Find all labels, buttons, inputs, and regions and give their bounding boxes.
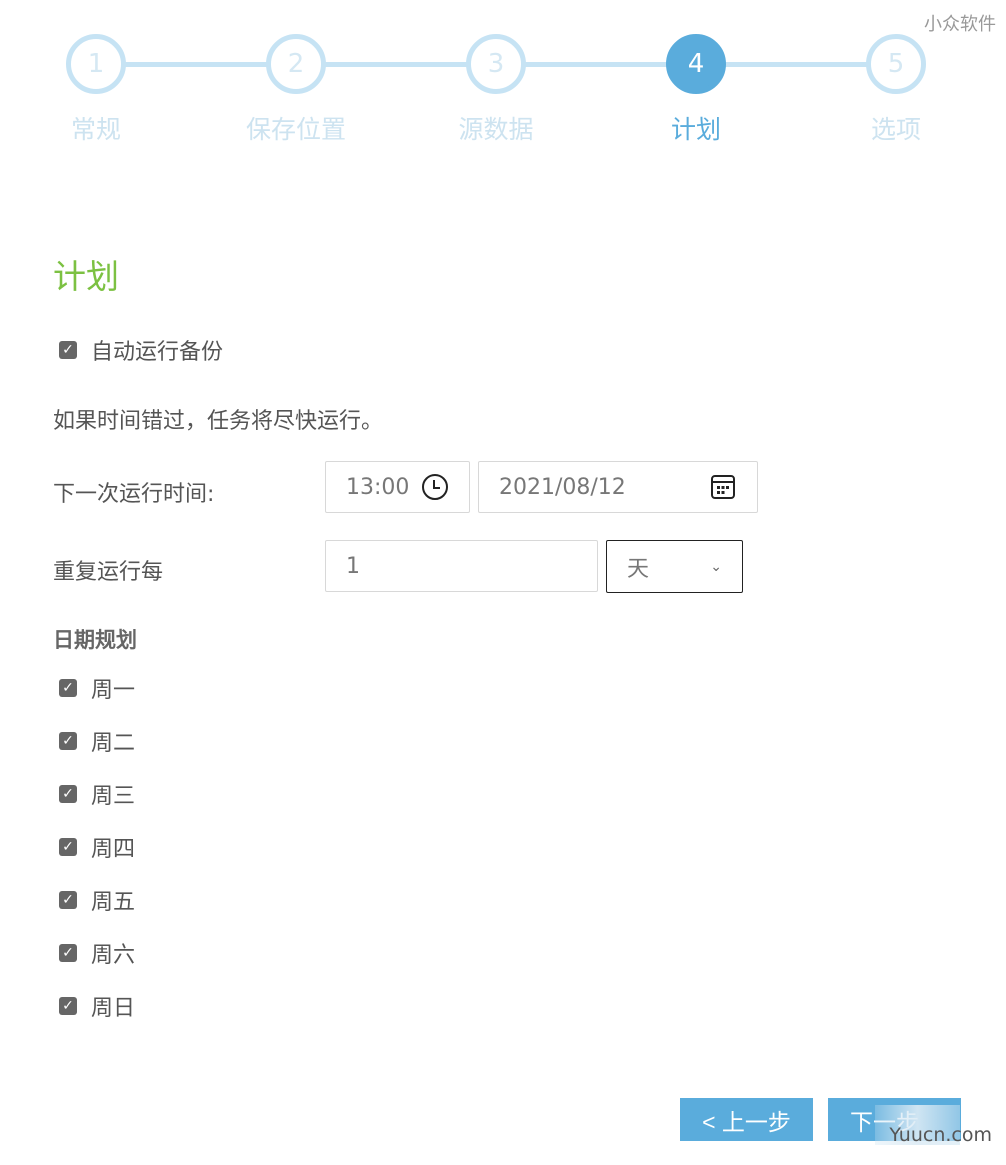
checkbox-checked-icon: ✓ bbox=[59, 341, 77, 359]
checkbox-checked-icon: ✓ bbox=[59, 997, 77, 1015]
repeat-value: 1 bbox=[346, 553, 360, 579]
step-5[interactable]: 5 选项 bbox=[796, 34, 996, 146]
checkbox-checked-icon: ✓ bbox=[59, 785, 77, 803]
day-checkbox[interactable]: ✓ 周四 bbox=[59, 831, 135, 863]
clock-icon[interactable] bbox=[421, 473, 449, 501]
step-number: 5 bbox=[866, 34, 926, 94]
step-label: 常规 bbox=[70, 115, 121, 144]
day-checkbox[interactable]: ✓ 周六 bbox=[59, 937, 135, 969]
day-checkbox[interactable]: ✓ 周一 bbox=[59, 672, 135, 704]
checkbox-label: 周日 bbox=[91, 996, 136, 1021]
day-checkbox[interactable]: ✓ 周二 bbox=[59, 725, 135, 757]
repeat-label: 重复运行每 bbox=[53, 560, 164, 585]
step-label: 源数据 bbox=[458, 115, 534, 144]
step-4[interactable]: 4 计划 bbox=[596, 34, 796, 146]
step-number: 2 bbox=[266, 34, 326, 94]
day-checkbox[interactable]: ✓ 周五 bbox=[59, 884, 135, 916]
checkbox-checked-icon: ✓ bbox=[59, 838, 77, 856]
step-number: 3 bbox=[466, 34, 526, 94]
time-value: 13:00 bbox=[346, 474, 410, 500]
checkbox-label: 周三 bbox=[91, 784, 136, 809]
step-number: 4 bbox=[666, 34, 726, 94]
step-label: 保存位置 bbox=[245, 115, 346, 144]
calendar-icon[interactable] bbox=[709, 473, 737, 501]
checkbox-checked-icon: ✓ bbox=[59, 944, 77, 962]
step-label: 选项 bbox=[870, 115, 921, 144]
missed-time-note: 如果时间错过，任务将尽快运行。 bbox=[53, 409, 384, 434]
repeat-interval-input[interactable]: 1 bbox=[325, 540, 598, 592]
repeat-unit-select[interactable]: 天 ⌄ bbox=[606, 540, 743, 593]
checkbox-checked-icon: ✓ bbox=[59, 732, 77, 750]
watermark: Yuucn.com bbox=[889, 1124, 992, 1146]
day-checkbox[interactable]: ✓ 周三 bbox=[59, 778, 135, 810]
auto-run-checkbox[interactable]: ✓ 自动运行备份 bbox=[59, 334, 223, 366]
checkbox-label: 周六 bbox=[91, 943, 136, 968]
step-1[interactable]: 1 常规 bbox=[0, 34, 196, 146]
date-input[interactable]: 2021/08/12 bbox=[478, 461, 758, 513]
schedule-heading: 日期规划 bbox=[53, 628, 137, 652]
checkbox-checked-icon: ✓ bbox=[59, 891, 77, 909]
wizard-stepper: 1 常规 2 保存位置 3 源数据 4 计划 5 选项 bbox=[0, 34, 1006, 154]
watermark: 小众软件 bbox=[924, 14, 996, 35]
checkbox-label: 自动运行备份 bbox=[91, 340, 224, 365]
prev-button[interactable]: < 上一步 bbox=[680, 1098, 813, 1141]
chevron-down-icon: ⌄ bbox=[710, 558, 722, 575]
checkbox-label: 周一 bbox=[91, 678, 136, 703]
time-input[interactable]: 13:00 bbox=[325, 461, 470, 513]
page-title: 计划 bbox=[53, 257, 119, 296]
checkbox-label: 周二 bbox=[91, 731, 136, 756]
date-value: 2021/08/12 bbox=[499, 474, 626, 500]
day-checkbox[interactable]: ✓ 周日 bbox=[59, 990, 135, 1022]
checkbox-checked-icon: ✓ bbox=[59, 679, 77, 697]
repeat-unit-value: 天 bbox=[627, 556, 650, 582]
step-label: 计划 bbox=[670, 115, 721, 144]
next-run-label: 下一次运行时间: bbox=[53, 482, 215, 507]
step-3[interactable]: 3 源数据 bbox=[396, 34, 596, 146]
step-2[interactable]: 2 保存位置 bbox=[196, 34, 396, 146]
step-number: 1 bbox=[66, 34, 126, 94]
checkbox-label: 周四 bbox=[91, 837, 136, 862]
checkbox-label: 周五 bbox=[91, 890, 136, 915]
